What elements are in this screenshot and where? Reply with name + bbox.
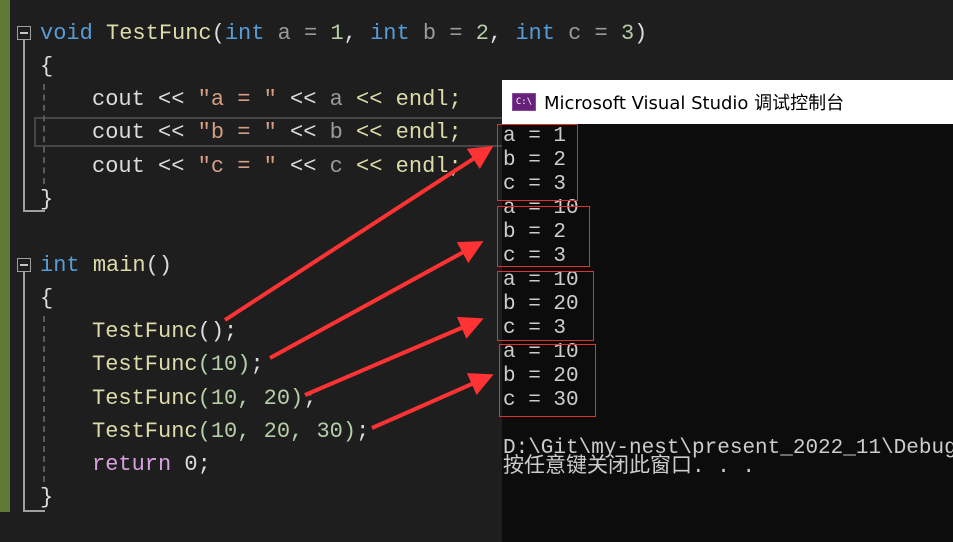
arrow <box>371 373 494 430</box>
arrow <box>223 145 494 322</box>
arrow <box>269 241 484 360</box>
arrow <box>304 316 484 397</box>
annotation-arrows <box>223 145 494 430</box>
